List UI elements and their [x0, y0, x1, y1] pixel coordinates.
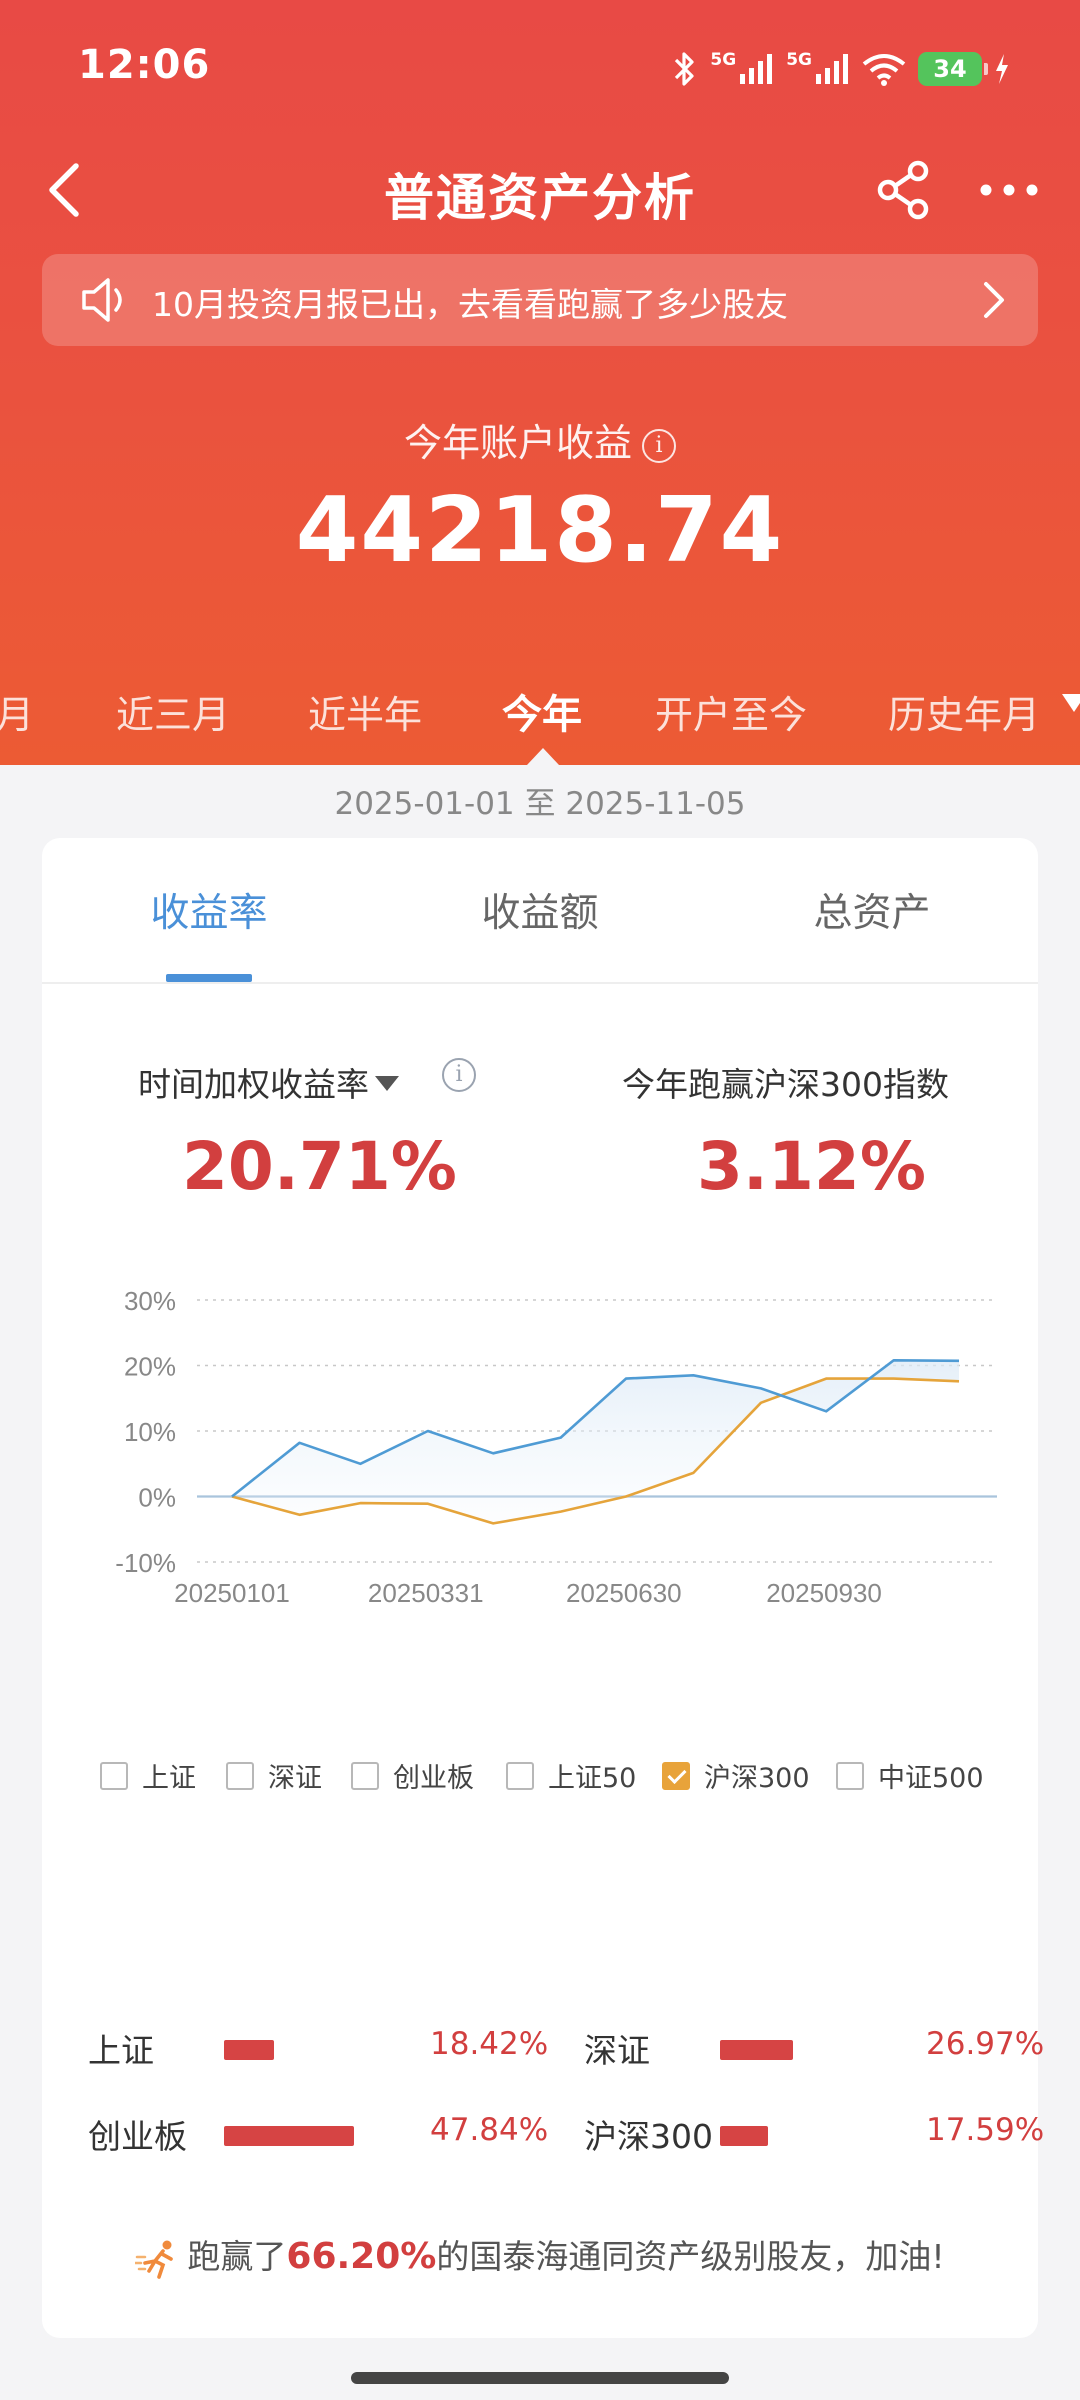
- index-name: 沪深300: [584, 2117, 713, 2156]
- index-return-row: 上证 18.42%: [88, 2024, 548, 2074]
- beat-index-value: 3.12%: [697, 1128, 926, 1205]
- index-name: 创业板: [88, 2117, 187, 2156]
- dropdown-triangle-icon: [375, 1076, 399, 1091]
- beat-prefix: 跑赢了: [187, 2237, 287, 2276]
- tab-history[interactable]: 历史年月: [888, 684, 1040, 739]
- year-earnings-value: 44218.74: [295, 478, 785, 583]
- checkbox[interactable]: [100, 1761, 128, 1790]
- y-tick-label: 30%: [124, 1286, 176, 1316]
- tab-half-year[interactable]: 近半年: [308, 684, 422, 739]
- active-tab-underline: [166, 974, 252, 982]
- return-chart: 30% 20% 10% 0% -10%20250101 20250331 20250630 2…: [115, 1286, 997, 1608]
- legend-label: 上证50: [548, 1763, 637, 1794]
- index-return-bar: [720, 2040, 793, 2060]
- tab-since-open[interactable]: 开户至今: [655, 684, 807, 739]
- legend-sz50[interactable]: 上证50: [506, 1756, 636, 1795]
- network-type-label: 5G: [710, 50, 737, 70]
- speaker-icon: [82, 278, 122, 322]
- legend-label: 创业板: [393, 1763, 474, 1794]
- y-tick-label: 20%: [124, 1352, 176, 1382]
- legend-label: 沪深300: [704, 1763, 810, 1794]
- x-tick-label: 20250930: [766, 1578, 882, 1608]
- status-icons: 5G 5G 34: [672, 48, 1010, 90]
- index-return-row: 创业板 47.84%: [88, 2110, 548, 2160]
- x-tick-label: 20250630: [566, 1578, 682, 1608]
- checkbox-checked[interactable]: [662, 1761, 690, 1790]
- twr-label[interactable]: 时间加权收益率: [138, 1058, 399, 1106]
- tab-this-year[interactable]: 今年: [502, 682, 582, 740]
- network-type-label-2: 5G: [786, 50, 812, 70]
- index-return-row: 深证 26.97%: [584, 2024, 1044, 2074]
- twr-label-text: 时间加权收益率: [138, 1065, 369, 1104]
- beat-index-label: 今年跑赢沪深300指数: [622, 1065, 949, 1104]
- status-time: 12:06: [78, 42, 211, 88]
- index-return-row: 沪深300 17.59%: [584, 2110, 1044, 2160]
- date-range: 2025-01-01 至 2025-11-05: [334, 786, 746, 822]
- y-tick-label: 0%: [138, 1483, 176, 1513]
- home-indicator[interactable]: [351, 2372, 729, 2384]
- charging-icon: [996, 54, 1008, 84]
- beat-suffix: 的国泰海通同资产级别股友，加油!: [436, 2237, 945, 2276]
- info-icon[interactable]: i: [442, 1058, 476, 1092]
- index-return-value: 26.97%: [926, 2026, 1045, 2062]
- monthly-report-notice[interactable]: 10月投资月报已出，去看看跑赢了多少股友: [42, 254, 1038, 346]
- period-tabs: 月 近三月 近半年 今年 开户至今 历史年月: [0, 680, 1080, 745]
- status-bar: 12:06 5G 5G 34: [0, 0, 1080, 140]
- area-fill: [232, 1360, 959, 1524]
- year-earnings-label-text: 今年账户收益: [403, 421, 632, 465]
- beat-percent: 66.20%: [286, 2236, 437, 2277]
- runner-icon: [135, 2240, 174, 2279]
- analysis-card: 收益率 收益额 总资产 时间加权收益率 i 20.71% 今年跑赢沪深300指数…: [42, 838, 1044, 2338]
- legend-label: 深证: [268, 1763, 322, 1794]
- tab-total-assets[interactable]: 总资产: [752, 882, 992, 938]
- legend-cyb[interactable]: 创业板: [351, 1756, 474, 1795]
- index-return-bar: [224, 2040, 274, 2060]
- info-icon[interactable]: i: [642, 428, 676, 463]
- y-tick-label: 10%: [124, 1417, 176, 1447]
- x-tick-label: 20250331: [368, 1578, 484, 1608]
- checkbox[interactable]: [506, 1761, 534, 1790]
- tab-three-months[interactable]: 近三月: [116, 684, 230, 739]
- legend-sh[interactable]: 上证: [100, 1756, 196, 1795]
- twr-value: 20.71%: [182, 1128, 457, 1205]
- tab-return-amount[interactable]: 收益额: [420, 882, 660, 938]
- beat-peers-banner: 跑赢了66.20%的国泰海通同资产级别股友，加油!: [42, 2230, 1038, 2279]
- legend-label: 上证: [142, 1763, 196, 1794]
- active-tab-caret: [527, 748, 559, 765]
- index-legend: 上证 深证 创业板 上证50 沪深300 中证500: [42, 1756, 1038, 1806]
- metric-tabs: 收益率 收益额 总资产: [42, 838, 1038, 984]
- year-earnings-label: 今年账户收益 i: [0, 412, 1080, 467]
- nav-bar: 普通资产分析: [0, 140, 1080, 240]
- tab-month[interactable]: 月: [0, 684, 34, 739]
- wifi-icon: [862, 54, 906, 86]
- checkbox[interactable]: [226, 1761, 254, 1790]
- index-return-value: 18.42%: [430, 2026, 549, 2062]
- legend-hs300[interactable]: 沪深300: [662, 1756, 810, 1795]
- index-name: 上证: [88, 2031, 154, 2070]
- tabs-dropdown-icon[interactable]: [1062, 694, 1080, 712]
- index-name: 深证: [584, 2031, 650, 2070]
- battery-indicator: 34: [918, 52, 988, 86]
- index-return-bar: [720, 2126, 768, 2146]
- share-icon[interactable]: [872, 158, 936, 222]
- x-tick-label: 20250101: [174, 1578, 290, 1608]
- signal-icon: [740, 54, 773, 84]
- more-icon[interactable]: [976, 160, 1042, 220]
- chevron-right-icon: [984, 282, 1004, 318]
- legend-label: 中证500: [878, 1763, 984, 1794]
- legend-zz500[interactable]: 中证500: [836, 1756, 984, 1795]
- y-tick-label: -10%: [115, 1548, 176, 1578]
- index-return-value: 17.59%: [926, 2112, 1045, 2148]
- checkbox[interactable]: [351, 1761, 379, 1790]
- signal-icon-2: [816, 54, 848, 84]
- bluetooth-icon: [675, 52, 695, 86]
- notice-text: 10月投资月报已出，去看看跑赢了多少股友: [152, 285, 788, 324]
- index-return-bar: [224, 2126, 354, 2146]
- tab-return-rate[interactable]: 收益率: [89, 882, 329, 938]
- checkbox[interactable]: [836, 1761, 864, 1790]
- legend-sz[interactable]: 深证: [226, 1756, 322, 1795]
- index-return-value: 47.84%: [430, 2112, 549, 2148]
